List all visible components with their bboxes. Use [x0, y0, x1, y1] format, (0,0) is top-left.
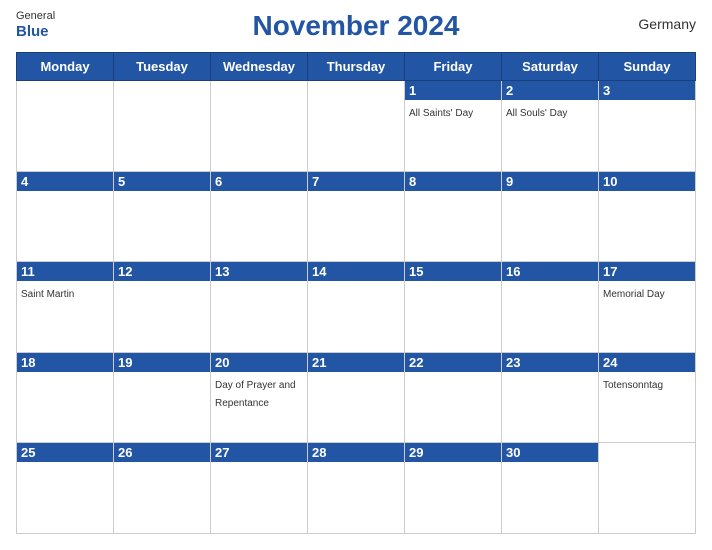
calendar-week-3: 11 Saint Martin 121314151617 Memorial Day	[17, 262, 696, 353]
day-number: 27	[211, 443, 307, 462]
calendar-cell: 11 Saint Martin	[17, 262, 114, 353]
day-number: 21	[308, 353, 404, 372]
holiday-text: All Saints' Day	[409, 108, 473, 119]
logo-blue: Blue	[16, 23, 49, 41]
day-number: 4	[17, 172, 113, 191]
day-number: 28	[308, 443, 404, 462]
calendar-cell: 20 Day of Prayer and Repentance	[211, 352, 308, 443]
day-number: 7	[308, 172, 404, 191]
calendar-cell: 1 All Saints' Day	[405, 81, 502, 172]
calendar-cell: 4	[17, 171, 114, 262]
calendar-cell	[114, 81, 211, 172]
weekday-header-wednesday: Wednesday	[211, 53, 308, 81]
day-number: 29	[405, 443, 501, 462]
logo-general: General	[16, 10, 55, 23]
day-number: 9	[502, 172, 598, 191]
calendar-cell: 26	[114, 443, 211, 534]
weekday-header-thursday: Thursday	[308, 53, 405, 81]
calendar-cell	[308, 81, 405, 172]
calendar-header: General Blue November 2024 Germany	[16, 10, 696, 42]
calendar-cell: 21	[308, 352, 405, 443]
calendar-cell: 17 Memorial Day	[599, 262, 696, 353]
calendar-cell: 15	[405, 262, 502, 353]
day-number: 12	[114, 262, 210, 281]
day-number: 11	[17, 262, 113, 281]
weekday-header-sunday: Sunday	[599, 53, 696, 81]
holiday-text: All Souls' Day	[506, 108, 567, 119]
day-number: 19	[114, 353, 210, 372]
day-number: 17	[599, 262, 695, 281]
calendar-cell: 24 Totensonntag	[599, 352, 696, 443]
calendar-week-4: 181920 Day of Prayer and Repentance 212223…	[17, 352, 696, 443]
calendar-cell: 16	[502, 262, 599, 353]
holiday-text: Saint Martin	[21, 289, 74, 300]
holiday-text: Day of Prayer and Repentance	[215, 380, 296, 409]
calendar-cell	[17, 81, 114, 172]
calendar-cell: 5	[114, 171, 211, 262]
country-label: Germany	[638, 16, 696, 32]
calendar-cell: 6	[211, 171, 308, 262]
weekday-header-friday: Friday	[405, 53, 502, 81]
day-number: 14	[308, 262, 404, 281]
calendar-cell: 2 All Souls' Day	[502, 81, 599, 172]
calendar-cell: 12	[114, 262, 211, 353]
calendar-week-2: 45678910	[17, 171, 696, 262]
calendar-cell: 13	[211, 262, 308, 353]
calendar-week-5: 252627282930	[17, 443, 696, 534]
day-number: 30	[502, 443, 598, 462]
calendar-cell: 25	[17, 443, 114, 534]
day-number: 15	[405, 262, 501, 281]
day-number: 10	[599, 172, 695, 191]
month-title: November 2024	[252, 10, 459, 42]
calendar-cell: 19	[114, 352, 211, 443]
calendar-cell: 3	[599, 81, 696, 172]
weekday-header-saturday: Saturday	[502, 53, 599, 81]
day-number: 23	[502, 353, 598, 372]
day-number: 3	[599, 81, 695, 100]
weekday-header-tuesday: Tuesday	[114, 53, 211, 81]
day-number: 22	[405, 353, 501, 372]
calendar-cell	[211, 81, 308, 172]
weekday-header-monday: Monday	[17, 53, 114, 81]
calendar-cell: 14	[308, 262, 405, 353]
holiday-text: Memorial Day	[603, 289, 665, 300]
calendar-cell: 8	[405, 171, 502, 262]
day-number: 24	[599, 353, 695, 372]
day-number: 5	[114, 172, 210, 191]
calendar-cell	[599, 443, 696, 534]
calendar-cell: 30	[502, 443, 599, 534]
day-number: 16	[502, 262, 598, 281]
day-number: 2	[502, 81, 598, 100]
holiday-text: Totensonntag	[603, 380, 663, 391]
day-number: 6	[211, 172, 307, 191]
day-number: 25	[17, 443, 113, 462]
calendar-cell: 27	[211, 443, 308, 534]
calendar-cell: 9	[502, 171, 599, 262]
day-number: 1	[405, 81, 501, 100]
calendar-cell: 18	[17, 352, 114, 443]
calendar-cell: 7	[308, 171, 405, 262]
logo: General Blue	[16, 10, 55, 41]
day-number: 20	[211, 353, 307, 372]
calendar-week-1: 1 All Saints' Day 2 All Souls' Day 3	[17, 81, 696, 172]
day-number: 13	[211, 262, 307, 281]
day-number: 8	[405, 172, 501, 191]
calendar-cell: 28	[308, 443, 405, 534]
calendar-cell: 29	[405, 443, 502, 534]
calendar-table: MondayTuesdayWednesdayThursdayFridaySatu…	[16, 52, 696, 534]
calendar-cell: 22	[405, 352, 502, 443]
calendar-cell: 10	[599, 171, 696, 262]
day-number: 18	[17, 353, 113, 372]
weekday-header-row: MondayTuesdayWednesdayThursdayFridaySatu…	[17, 53, 696, 81]
calendar-cell: 23	[502, 352, 599, 443]
day-number: 26	[114, 443, 210, 462]
